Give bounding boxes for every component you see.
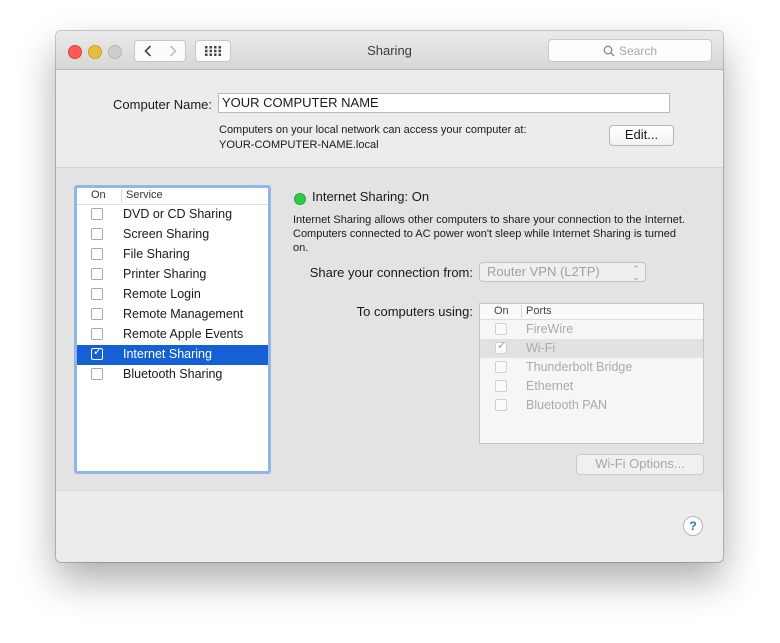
- service-checkbox[interactable]: [91, 268, 103, 280]
- port-label: FireWire: [526, 322, 574, 336]
- port-checkbox[interactable]: [495, 361, 507, 373]
- computer-name-section: Computer Name: YOUR COMPUTER NAME Comput…: [56, 70, 723, 168]
- port-label: Bluetooth PAN: [526, 398, 608, 412]
- port-row-firewire[interactable]: FireWire: [480, 320, 703, 339]
- service-row-file-sharing[interactable]: File Sharing: [77, 245, 268, 265]
- service-label: Bluetooth Sharing: [123, 367, 223, 381]
- port-row-thunderbolt-bridge[interactable]: Thunderbolt Bridge: [480, 358, 703, 377]
- service-label: Internet Sharing: [123, 347, 212, 361]
- updown-chevron-icon: ⌃ ⌄: [632, 264, 640, 282]
- ports-list[interactable]: On Ports FireWire ✓ Wi-Fi Thunderbolt Bridg…: [479, 303, 704, 444]
- service-row-remote-management[interactable]: Remote Management: [77, 305, 268, 325]
- service-checkbox[interactable]: [91, 308, 103, 320]
- port-checkbox[interactable]: [495, 399, 507, 411]
- port-label: Thunderbolt Bridge: [526, 360, 633, 374]
- service-label: File Sharing: [123, 247, 190, 261]
- column-header-on: On: [91, 189, 106, 201]
- service-checkbox[interactable]: [91, 228, 103, 240]
- share-from-select[interactable]: Router VPN (L2TP) ⌃ ⌄: [479, 262, 646, 282]
- computer-name-label: Computer Name:: [113, 97, 212, 112]
- service-checkbox[interactable]: [91, 288, 103, 300]
- port-label: Wi-Fi: [526, 341, 556, 355]
- search-icon: [603, 45, 615, 56]
- service-checkbox[interactable]: ✓: [91, 346, 103, 360]
- service-list-header: On Service: [77, 188, 268, 205]
- sharing-content: On Service DVD or CD Sharing Screen Shari…: [56, 168, 723, 491]
- address-info-text: Computers on your local network can acce…: [219, 124, 527, 136]
- service-list[interactable]: On Service DVD or CD Sharing Screen Shari…: [74, 185, 271, 474]
- service-row-printer-sharing[interactable]: Printer Sharing: [77, 265, 268, 285]
- computer-address-info: Computers on your local network can acce…: [219, 123, 527, 153]
- service-status: Internet Sharing: On: [312, 189, 430, 204]
- service-row-dvd-or-cd-sharing[interactable]: DVD or CD Sharing: [77, 205, 268, 225]
- port-row-bluetooth-pan[interactable]: Bluetooth PAN: [480, 396, 703, 415]
- share-from-value: Router VPN (L2TP): [487, 264, 600, 279]
- service-label: Remote Management: [123, 307, 244, 321]
- port-checkbox[interactable]: ✓: [495, 340, 507, 354]
- column-header-service: Service: [121, 189, 163, 203]
- service-checkbox[interactable]: [91, 248, 103, 260]
- help-button[interactable]: ?: [683, 516, 703, 536]
- service-description: Internet Sharing allows other computers …: [293, 214, 685, 254]
- service-label: DVD or CD Sharing: [123, 207, 233, 221]
- service-label: Screen Sharing: [123, 227, 210, 241]
- service-label: Printer Sharing: [123, 267, 207, 281]
- search-field[interactable]: Search: [548, 39, 712, 62]
- service-row-remote-apple-events[interactable]: Remote Apple Events: [77, 325, 268, 345]
- service-checkbox[interactable]: [91, 328, 103, 340]
- port-checkbox[interactable]: [495, 323, 507, 335]
- service-row-remote-login[interactable]: Remote Login: [77, 285, 268, 305]
- port-checkbox[interactable]: [495, 380, 507, 392]
- ports-list-header: On Ports: [480, 304, 703, 320]
- service-label: Remote Apple Events: [123, 327, 244, 341]
- port-label: Ethernet: [526, 379, 574, 393]
- service-checkbox[interactable]: [91, 368, 103, 380]
- service-row-screen-sharing[interactable]: Screen Sharing: [77, 225, 268, 245]
- help-icon: ?: [689, 519, 697, 533]
- service-label: Remote Login: [123, 287, 201, 301]
- search-placeholder: Search: [618, 43, 658, 58]
- service-checkbox[interactable]: [91, 208, 103, 220]
- column-header-on: On: [494, 305, 509, 317]
- local-hostname: YOUR-COMPUTER-NAME.local: [219, 139, 379, 151]
- edit-button[interactable]: Edit...: [609, 125, 674, 146]
- share-from-label: Share your connection from:: [309, 265, 473, 280]
- to-computers-label: To computers using:: [356, 304, 473, 319]
- sharing-window: Sharing Search Computer Name: YOUR COMPU…: [56, 31, 723, 562]
- title-bar: Sharing Search: [56, 31, 723, 70]
- computer-name-input[interactable]: YOUR COMPUTER NAME: [218, 93, 670, 113]
- checkmark-icon: ✓: [497, 340, 507, 352]
- port-row-ethernet[interactable]: Ethernet: [480, 377, 703, 396]
- port-row-wi-fi[interactable]: ✓ Wi-Fi: [480, 339, 703, 358]
- service-row-internet-sharing[interactable]: ✓ Internet Sharing: [77, 345, 268, 365]
- checkmark-icon: ✓: [93, 346, 103, 358]
- wifi-options-button[interactable]: Wi-Fi Options...: [576, 454, 704, 475]
- status-indicator-icon: [294, 193, 306, 205]
- column-header-ports: Ports: [521, 305, 552, 318]
- service-row-bluetooth-sharing[interactable]: Bluetooth Sharing: [77, 365, 268, 385]
